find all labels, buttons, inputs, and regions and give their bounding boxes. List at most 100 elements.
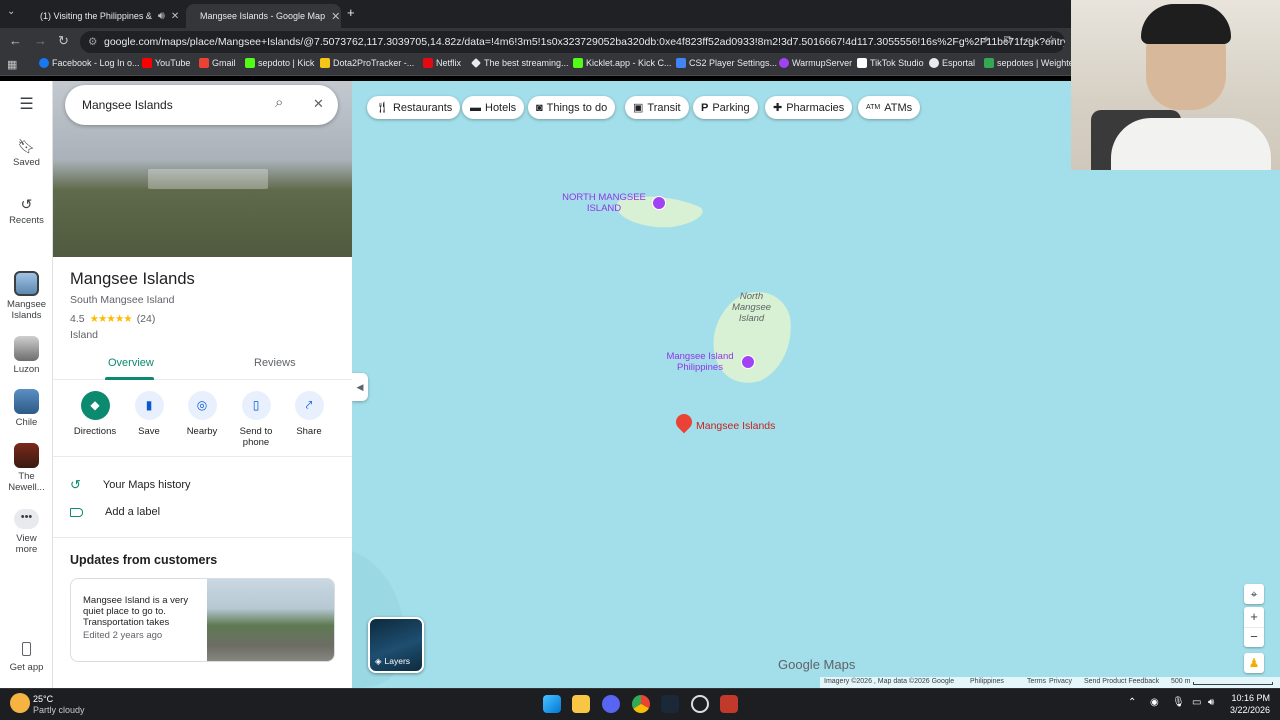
windows-start-icon[interactable] [543, 695, 561, 713]
zoom-icon[interactable]: ⌕ [1025, 34, 1031, 47]
chip-restaurants[interactable]: 🍴︎ Restaurants [367, 96, 461, 119]
rail-item-luzon[interactable]: Luzon [0, 336, 53, 375]
search-box[interactable]: Mangsee Islands ⌕ ✕ [65, 85, 338, 125]
tab-overview[interactable]: Overview [108, 357, 154, 369]
chip-pharmacies[interactable]: ✚ Pharmacies [765, 96, 853, 119]
tab-reviews[interactable]: Reviews [254, 357, 296, 369]
search-input[interactable]: Mangsee Islands [82, 98, 173, 112]
bookmark-youtube[interactable]: YouTube [142, 58, 190, 68]
weather-temp[interactable]: 25°C [33, 694, 53, 704]
tray-app-icon[interactable]: ◉ [1150, 697, 1159, 708]
chip-transit[interactable]: ▣ Transit [625, 96, 689, 119]
forward-icon[interactable]: → [34, 33, 47, 48]
search-icon[interactable]: ⌕ [275, 94, 283, 111]
reload-icon[interactable]: ↻ [58, 33, 69, 49]
tab-search-icon[interactable]: ⌄ [7, 6, 15, 17]
add-label-row[interactable]: Add a label [70, 506, 160, 518]
my-location-icon[interactable]: ⌖ [1244, 584, 1264, 604]
menu-icon[interactable]: ☰ [0, 97, 53, 113]
rail-item-mangsee[interactable]: Mangsee Islands [0, 271, 53, 321]
location-icon[interactable]: ⌖ [983, 34, 989, 47]
close-icon[interactable]: ✕ [331, 10, 340, 23]
scale-label[interactable]: 500 m [1171, 678, 1190, 685]
rail-item-chile[interactable]: Chile [0, 389, 53, 428]
chip-things-to-do[interactable]: ◙ Things to do [528, 96, 616, 119]
weather-desc[interactable]: Partly cloudy [33, 705, 85, 715]
camera-poi-icon[interactable] [741, 355, 755, 369]
bookmark-gmail[interactable]: Gmail [199, 58, 236, 68]
discord-icon[interactable] [602, 695, 620, 713]
save-button[interactable]: ▮ Save [124, 391, 174, 437]
place-category[interactable]: Island [70, 329, 98, 341]
rating-row[interactable]: 4.5 ★★★★★ (24) [70, 313, 155, 325]
maps-history-row[interactable]: ↺ Your Maps history [70, 477, 191, 493]
network-icon[interactable]: ▭ [1192, 697, 1201, 708]
pegman-icon[interactable]: ♟ [1244, 653, 1264, 673]
microphone-icon[interactable]: 🎙︎ [1172, 697, 1185, 708]
chip-parking[interactable]: P Parking [693, 96, 758, 119]
chrome-icon[interactable] [632, 695, 650, 713]
rail-saved[interactable]: 🔖︎ Saved [0, 139, 53, 168]
tray-chevron-icon[interactable]: ⌃ [1128, 697, 1136, 708]
steam-icon[interactable] [661, 695, 679, 713]
bookmark-dota[interactable]: Dota2ProTracker -... [320, 58, 414, 68]
clock-date[interactable]: 3/22/2026 [1226, 705, 1270, 715]
footer-terms[interactable]: Terms [1027, 678, 1046, 685]
nearby-button[interactable]: ◎ Nearby [177, 391, 227, 437]
footer-country[interactable]: Philippines [970, 678, 1004, 685]
collapse-panel-button[interactable]: ◀ [352, 373, 368, 401]
layers-button[interactable]: ◈ Layers [368, 617, 424, 673]
directions-button[interactable]: ◆ Directions [70, 391, 120, 437]
bookmark-kick[interactable]: sepdoto | Kick [245, 58, 314, 68]
review-count[interactable]: (24) [137, 313, 156, 325]
rail-recents[interactable]: ↺ Recents [0, 197, 53, 226]
obs-icon[interactable] [691, 695, 709, 713]
tab-youtube[interactable]: (1) Visiting the Philippines & 🔊︎ ✕ [26, 4, 184, 28]
bookmark-label: YouTube [155, 58, 191, 68]
rail-get-app[interactable]: Get app [0, 642, 53, 673]
back-icon[interactable]: ← [9, 33, 22, 48]
dota-icon[interactable] [720, 695, 738, 713]
map-label-north-caps[interactable]: NORTH MANGSEE ISLAND [557, 192, 651, 214]
chip-atms[interactable]: ATM ATMs [858, 96, 921, 119]
rail-view-more[interactable]: ••• View more [0, 509, 53, 555]
camera-poi-icon[interactable] [652, 196, 666, 210]
close-icon[interactable]: ✕ [171, 11, 179, 22]
zoom-out-icon[interactable]: − [1244, 627, 1264, 647]
update-photo[interactable] [207, 579, 334, 661]
bookmark-streaming[interactable]: The best streaming... [471, 58, 569, 68]
weather-icon[interactable] [10, 693, 30, 713]
update-card[interactable]: Mangsee Island is a very quiet place to … [70, 578, 335, 662]
new-tab-icon[interactable]: + [347, 5, 355, 20]
map-label-pin[interactable]: Mangsee Islands [696, 421, 775, 432]
footer-privacy[interactable]: Privacy [1049, 678, 1072, 685]
bookmark-facebook[interactable]: Facebook - Log In o... [39, 58, 140, 68]
file-explorer-icon[interactable] [572, 695, 590, 713]
rail-label: Mangsee Islands [6, 299, 47, 321]
send-to-phone-button[interactable]: ▯ Send to phone [231, 391, 281, 448]
tab-google-maps[interactable]: Mangsee Islands - Google Map ✕ [186, 4, 341, 28]
clock-time[interactable]: 10:16 PM [1226, 693, 1270, 703]
volume-icon[interactable]: 🔊︎ [1208, 697, 1214, 708]
address-bar[interactable]: ⚙︎ google.com/maps/place/Mangsee+Islands… [80, 31, 1065, 53]
bookmark-sepdotes[interactable]: sepdotes | Weighte... [984, 58, 1081, 68]
bookmark-star-icon[interactable]: ☆ [1046, 33, 1057, 47]
apps-grid-icon[interactable]: ▦ [7, 58, 17, 71]
bookmark-netflix[interactable]: Netflix [423, 58, 461, 68]
bookmark-warmup[interactable]: WarmupServer [779, 58, 852, 68]
rail-item-newell[interactable]: The Newell... [0, 443, 53, 493]
bookmark-tiktok[interactable]: TikTok Studio [857, 58, 924, 68]
zoom-in-icon[interactable]: + [1244, 607, 1264, 627]
footer-feedback[interactable]: Send Product Feedback [1084, 678, 1159, 685]
share-button[interactable]: ⤤ Share [284, 391, 334, 437]
bookmark-kicklet[interactable]: Kicklet.app - Kick C... [573, 58, 672, 68]
bookmark-esportal[interactable]: Esportal [929, 58, 975, 68]
chip-label: Transit [647, 101, 681, 114]
map-canvas[interactable]: 🍴︎ Restaurants ▬ Hotels ◙ Things to do ▣ Tra… [352, 81, 1280, 688]
chip-hotels[interactable]: ▬ Hotels [462, 96, 525, 119]
map-label-poi[interactable]: Mangsee Island Philippines [662, 351, 738, 373]
close-icon[interactable]: ✕ [313, 96, 324, 112]
site-info-icon[interactable]: ⚙︎ [88, 31, 97, 53]
install-icon[interactable]: ⧉ [1004, 34, 1012, 47]
bookmark-cs2[interactable]: CS2 Player Settings... [676, 58, 777, 68]
